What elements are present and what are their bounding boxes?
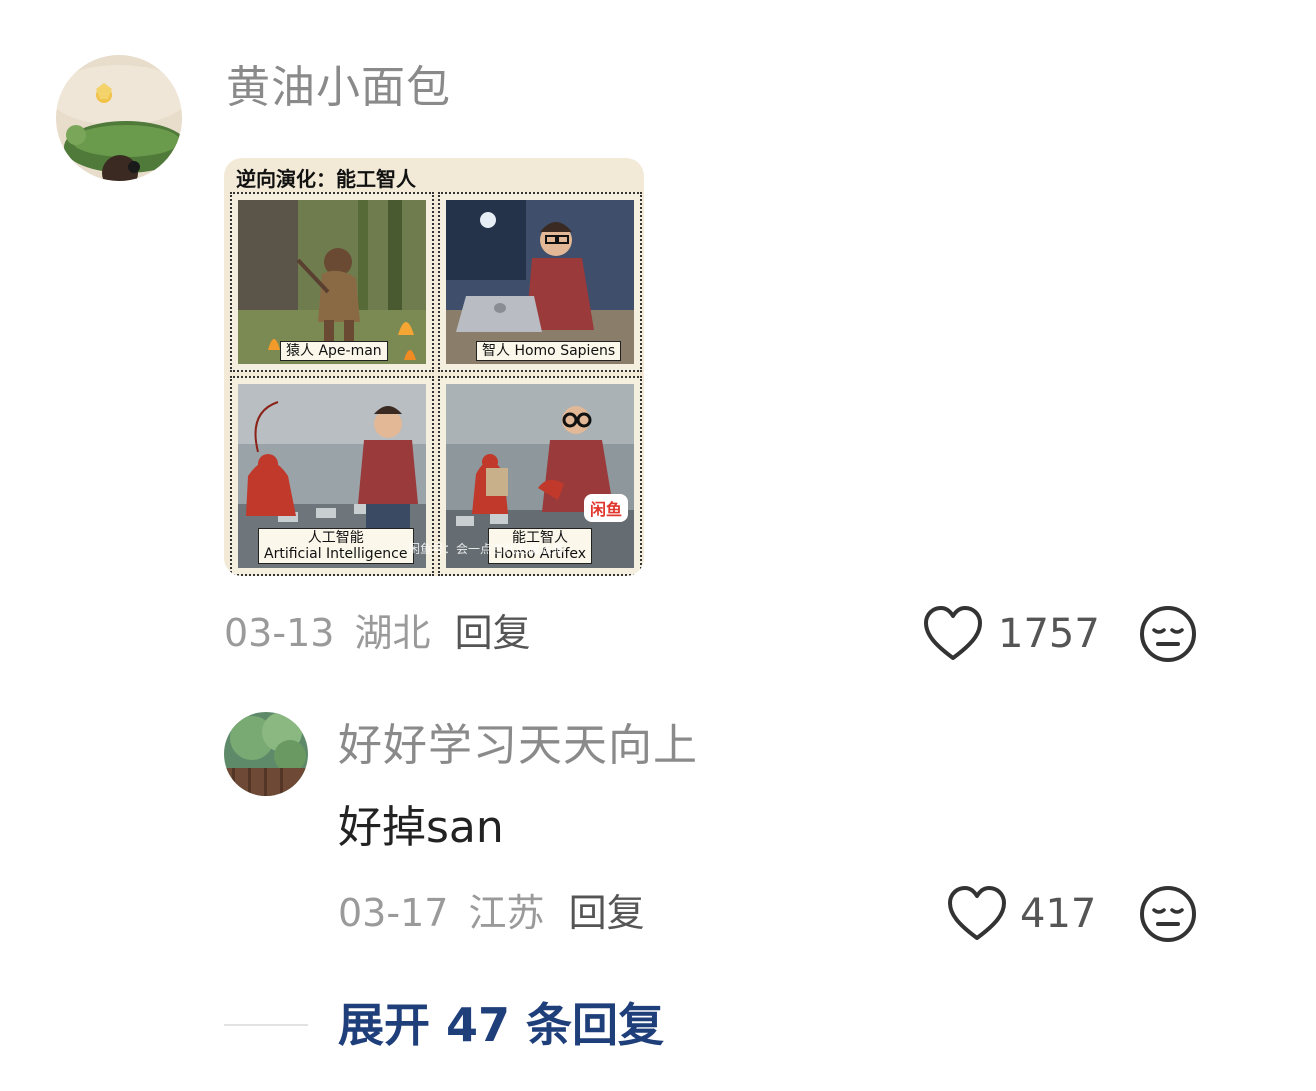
panel-caption: 智人 Homo Sapiens (476, 341, 622, 362)
reply-button[interactable]: 回复 (569, 891, 645, 935)
reply-location: 江苏 (468, 891, 545, 935)
like-count: 417 (1020, 891, 1097, 937)
panel-caption: 猿人 Ape-man (280, 341, 388, 362)
replier-avatar[interactable] (224, 712, 308, 796)
panel-caption: 人工智能 Artificial Intelligence (258, 528, 414, 565)
reply-button[interactable]: 回复 (455, 611, 531, 655)
expand-divider (224, 1024, 308, 1026)
dislike-button[interactable] (1138, 884, 1198, 944)
dislike-button[interactable] (1138, 604, 1198, 664)
reply-date: 03-17 (338, 891, 449, 935)
comment-image[interactable]: 逆向演化：能工智人 猿人 Ape-man 智人 Homo Sapiens 人工智… (224, 158, 644, 576)
commenter-username[interactable]: 黄油小面包 (226, 66, 451, 110)
comic-panel-artificial-intelligence: 人工智能 Artificial Intelligence (230, 376, 434, 576)
reply-text: 好掉san (338, 802, 504, 853)
like-button[interactable] (946, 884, 1008, 944)
comic-panel-ape-man: 猿人 Ape-man (230, 192, 434, 372)
heart-icon (924, 606, 982, 660)
comment-date: 03-13 (224, 611, 335, 655)
commenter-avatar[interactable] (56, 55, 182, 181)
comment-location: 湖北 (354, 611, 431, 655)
caption-line: Artificial Intelligence (264, 546, 408, 563)
like-button[interactable] (922, 604, 984, 664)
like-count: 1757 (998, 611, 1100, 657)
comment-meta: 03-13 湖北 回复 (224, 614, 531, 652)
xianyu-badge: 闲鱼 (584, 494, 629, 522)
comic-panel-homo-sapiens: 智人 Homo Sapiens (438, 192, 642, 372)
caption-line: 人工智能 (307, 530, 364, 546)
neutral-face-icon (1140, 886, 1196, 942)
expand-replies-button[interactable]: 展开 47 条回复 (338, 1002, 664, 1048)
reply-meta: 03-17 江苏 回复 (338, 894, 645, 932)
neutral-face-icon (1140, 606, 1196, 662)
comic-title: 逆向演化：能工智人 (236, 167, 416, 191)
image-watermark: 闲鱼号：会一点古代的魔法师 (408, 542, 565, 556)
replier-username[interactable]: 好好学习天天向上 (338, 724, 698, 768)
heart-icon (948, 886, 1006, 940)
